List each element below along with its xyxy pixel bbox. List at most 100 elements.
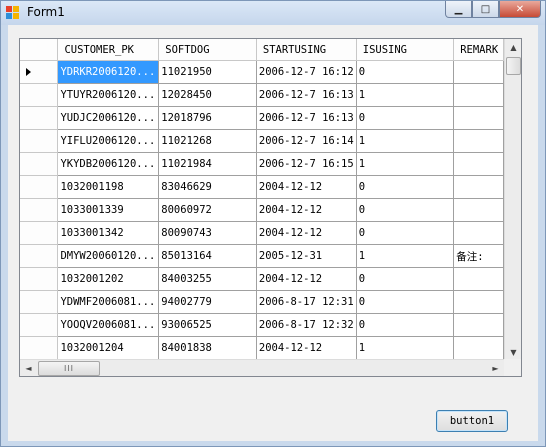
grid-cell[interactable]: 2006-12-7 16:12 — [256, 60, 357, 84]
grid-cell[interactable]: 0 — [356, 290, 455, 314]
grid-cell[interactable]: 0 — [356, 267, 455, 291]
column-header-remark[interactable]: REMARK — [453, 39, 504, 61]
grid-cell[interactable]: 80090743 — [158, 221, 257, 245]
grid-cell[interactable]: 2004-12-12 — [256, 336, 357, 360]
table-row[interactable]: YTUYR2006120... 12028450 2006-12-7 16:13 1 — [20, 83, 504, 107]
scroll-right-arrow-icon[interactable]: ► — [487, 360, 504, 376]
grid-cell[interactable] — [453, 198, 504, 222]
grid-cell[interactable] — [453, 152, 504, 176]
grid-cell[interactable]: 1032001204 — [57, 336, 160, 360]
grid-cell[interactable]: 1 — [356, 152, 455, 176]
grid-cell[interactable]: 1033001339 — [57, 198, 160, 222]
grid-cell[interactable] — [453, 83, 504, 107]
row-header[interactable] — [20, 267, 59, 291]
grid-cell[interactable] — [453, 129, 504, 153]
grid-cell[interactable] — [453, 313, 504, 337]
button1[interactable]: button1 — [436, 410, 508, 432]
grid-cell[interactable]: 11021984 — [158, 152, 257, 176]
grid-cell[interactable]: 2004-12-12 — [256, 221, 357, 245]
table-row[interactable]: 1032001198 83046629 2004-12-12 0 — [20, 175, 504, 199]
grid-cell[interactable] — [453, 336, 504, 360]
table-row[interactable]: 1033001342 80090743 2004-12-12 0 — [20, 221, 504, 245]
close-button[interactable]: ✕ — [499, 1, 541, 18]
grid-cell[interactable] — [453, 221, 504, 245]
row-header[interactable] — [20, 290, 59, 314]
grid-cell[interactable]: 1032001202 — [57, 267, 160, 291]
grid-cell[interactable]: 1032001198 — [57, 175, 160, 199]
row-header[interactable] — [20, 198, 59, 222]
row-header[interactable] — [20, 336, 59, 360]
table-row[interactable]: DMYW20060120... 85013164 2005-12-31 1 备注: — [20, 244, 504, 268]
table-row[interactable]: 1032001202 84003255 2004-12-12 0 — [20, 267, 504, 291]
grid-cell[interactable]: 1033001342 — [57, 221, 160, 245]
grid-cell[interactable] — [453, 290, 504, 314]
grid-cell[interactable]: YKYDB2006120... — [57, 152, 160, 176]
row-header[interactable] — [20, 313, 59, 337]
grid-cell[interactable]: 备注: — [453, 244, 504, 268]
table-row[interactable]: YKYDB2006120... 11021984 2006-12-7 16:15 1 — [20, 152, 504, 176]
grid-cell[interactable]: 84003255 — [158, 267, 257, 291]
grid-cell[interactable]: YTUYR2006120... — [57, 83, 160, 107]
grid-cell[interactable]: 1 — [356, 244, 455, 268]
minimize-button[interactable]: ▁ — [445, 1, 472, 18]
grid-cell[interactable]: 1 — [356, 336, 455, 360]
column-header-isusing[interactable]: ISUSING — [356, 39, 455, 61]
grid-cell[interactable]: 2006-8-17 12:32 — [256, 313, 357, 337]
grid-cell[interactable]: 12028450 — [158, 83, 257, 107]
column-header-startusing[interactable]: STARTUSING — [256, 39, 357, 61]
grid-cell[interactable]: 2006-12-7 16:13 — [256, 83, 357, 107]
row-header[interactable] — [20, 152, 59, 176]
row-header[interactable] — [20, 244, 59, 268]
table-row[interactable]: YDRKR2006120... 11021950 2006-12-7 16:12 0 — [20, 60, 504, 84]
data-grid-view[interactable]: CUSTOMER_PK SOFTDOG STARTUSING ISUSING REMAR… — [19, 38, 522, 377]
grid-cell[interactable]: 83046629 — [158, 175, 257, 199]
grid-cell[interactable]: 12018796 — [158, 106, 257, 130]
grid-cell[interactable]: 2005-12-31 — [256, 244, 357, 268]
title-bar[interactable]: Form1 ▁ □ ✕ — [1, 1, 545, 25]
row-header[interactable] — [20, 129, 59, 153]
grid-cell[interactable]: 11021268 — [158, 129, 257, 153]
grid-cell[interactable]: 0 — [356, 198, 455, 222]
grid-cell[interactable]: 11021950 — [158, 60, 257, 84]
horizontal-scroll-thumb[interactable]: III — [38, 361, 100, 376]
table-row[interactable]: YIFLU2006120... 11021268 2006-12-7 16:14 1 — [20, 129, 504, 153]
grid-cell[interactable]: 2004-12-12 — [256, 175, 357, 199]
grid-cell[interactable]: 2006-12-7 16:14 — [256, 129, 357, 153]
grid-corner-header[interactable] — [20, 39, 59, 61]
row-header[interactable] — [20, 175, 59, 199]
table-row[interactable]: YUDJC2006120... 12018796 2006-12-7 16:13 0 — [20, 106, 504, 130]
grid-cell[interactable]: DMYW20060120... — [57, 244, 160, 268]
grid-cell[interactable]: 0 — [356, 60, 455, 84]
grid-cell[interactable]: 2006-12-7 16:15 — [256, 152, 357, 176]
table-row[interactable]: YDWMF2006081... 94002779 2006-8-17 12:31 0 — [20, 290, 504, 314]
grid-cell[interactable]: 2006-8-17 12:31 — [256, 290, 357, 314]
grid-cell[interactable]: YUDJC2006120... — [57, 106, 160, 130]
table-row[interactable]: 1032001204 84001838 2004-12-12 1 — [20, 336, 504, 360]
horizontal-scrollbar[interactable]: ◄ III ► — [20, 359, 504, 376]
grid-cell[interactable] — [453, 60, 504, 84]
grid-cell[interactable]: 85013164 — [158, 244, 257, 268]
app-icon[interactable] — [6, 6, 20, 20]
row-header[interactable] — [20, 221, 59, 245]
grid-cell[interactable]: 2004-12-12 — [256, 198, 357, 222]
column-header-customer-pk[interactable]: CUSTOMER_PK — [57, 39, 160, 61]
grid-cell[interactable]: YIFLU2006120... — [57, 129, 160, 153]
maximize-button[interactable]: □ — [472, 1, 499, 18]
grid-cell[interactable]: 0 — [356, 313, 455, 337]
grid-cell[interactable]: 2004-12-12 — [256, 267, 357, 291]
row-header[interactable] — [20, 106, 59, 130]
grid-cell[interactable]: 1 — [356, 83, 455, 107]
table-row[interactable]: YOOQV2006081... 93006525 2006-8-17 12:32 0 — [20, 313, 504, 337]
grid-cell[interactable]: 94002779 — [158, 290, 257, 314]
grid-cell[interactable]: 0 — [356, 221, 455, 245]
column-header-softdog[interactable]: SOFTDOG — [158, 39, 257, 61]
grid-cell[interactable]: 93006525 — [158, 313, 257, 337]
scroll-up-arrow-icon[interactable]: ▲ — [505, 39, 521, 56]
grid-cell[interactable]: 0 — [356, 175, 455, 199]
scroll-left-arrow-icon[interactable]: ◄ — [20, 360, 37, 376]
table-row[interactable]: 1033001339 80060972 2004-12-12 0 — [20, 198, 504, 222]
grid-cell[interactable]: 2006-12-7 16:13 — [256, 106, 357, 130]
row-header[interactable] — [20, 60, 59, 84]
grid-cell[interactable]: 0 — [356, 106, 455, 130]
grid-cell[interactable]: 84001838 — [158, 336, 257, 360]
